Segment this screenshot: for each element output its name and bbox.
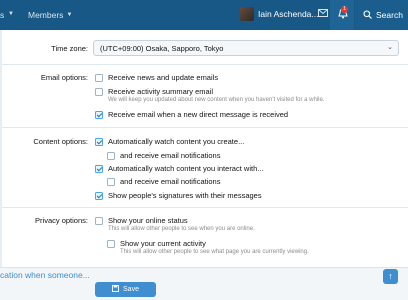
- checkbox-checked[interactable]: [95, 137, 103, 146]
- checkbox[interactable]: [107, 239, 115, 248]
- save-icon: [112, 285, 119, 294]
- user-menu[interactable]: Iain Aschenda...: [240, 7, 319, 21]
- option-text-block: Show your online status This will allow …: [108, 216, 255, 233]
- option-label: and receive email notifications: [120, 151, 221, 160]
- option-label: Automatically watch content you interact…: [108, 164, 264, 173]
- alert-count-badge: 1: [341, 6, 348, 13]
- search-button[interactable]: Search: [355, 0, 408, 30]
- save-label: Save: [123, 286, 139, 293]
- timezone-select[interactable]: (UTC+09:00) Osaka, Sapporo, Tokyo ⌄: [93, 40, 399, 56]
- option-label: Receive news and update emails: [108, 73, 219, 82]
- notification-text[interactable]: cation when someone...: [0, 270, 90, 280]
- option-show-signatures[interactable]: Show people's signatures with their mess…: [95, 191, 262, 200]
- nav-item-previous[interactable]: s: [0, 10, 4, 20]
- username: Iain Aschenda...: [258, 9, 319, 19]
- divider: [2, 207, 408, 208]
- option-hint: This will allow other people to see when…: [108, 226, 255, 232]
- option-watch-created-email[interactable]: and receive email notifications: [107, 151, 220, 160]
- nav-item-members[interactable]: Members ▼: [28, 10, 72, 20]
- checkbox-checked[interactable]: [95, 164, 103, 173]
- email-options-label: Email options:: [40, 73, 88, 82]
- chevron-down-icon: ▼: [66, 12, 73, 18]
- checkbox[interactable]: [95, 87, 103, 96]
- divider: [2, 127, 408, 128]
- option-watch-created[interactable]: Automatically watch content you create..…: [95, 137, 244, 146]
- checkbox-checked[interactable]: [95, 191, 103, 200]
- option-label: Receive activity summary email: [108, 87, 214, 96]
- option-label: and receive email notifications: [120, 177, 221, 186]
- option-label: Receive email when a new direct message …: [108, 110, 289, 119]
- checkbox[interactable]: [107, 177, 115, 186]
- option-news-emails[interactable]: Receive news and update emails: [95, 73, 218, 82]
- option-label: Show people's signatures with their mess…: [108, 191, 262, 200]
- divider: [2, 64, 408, 65]
- option-hint: This will allow other people to see what…: [120, 249, 309, 255]
- search-label: Search: [376, 10, 403, 20]
- arrow-up-icon: ↑: [388, 271, 393, 281]
- option-label: Automatically watch content you create..…: [108, 137, 245, 146]
- sidebar-edge: [0, 30, 2, 300]
- option-current-activity[interactable]: Show your current activity This will all…: [107, 239, 309, 256]
- chevron-down-icon[interactable]: ▼: [8, 11, 14, 17]
- option-text-block: Show your current activity This will all…: [120, 239, 309, 256]
- privacy-options-label: Privacy options:: [35, 216, 88, 225]
- option-hint: We will keep you updated about new conte…: [108, 97, 325, 103]
- envelope-icon[interactable]: [318, 9, 328, 19]
- option-activity-summary[interactable]: Receive activity summary email We will k…: [95, 87, 325, 104]
- checkbox-checked[interactable]: [95, 110, 103, 119]
- option-watch-interacted[interactable]: Automatically watch content you interact…: [95, 164, 264, 173]
- nav-item-members-label: Members: [28, 10, 64, 20]
- scroll-top-button[interactable]: ↑: [383, 269, 398, 284]
- checkbox[interactable]: [107, 151, 115, 160]
- checkbox[interactable]: [95, 216, 103, 225]
- option-direct-message-email[interactable]: Receive email when a new direct message …: [95, 110, 288, 119]
- option-online-status[interactable]: Show your online status This will allow …: [95, 216, 255, 233]
- search-icon: [363, 9, 372, 21]
- content-options-label: Content options:: [33, 137, 88, 146]
- timezone-label: Time zone:: [51, 44, 88, 53]
- save-button[interactable]: Save: [95, 282, 156, 297]
- checkbox[interactable]: [95, 73, 103, 82]
- avatar: [240, 7, 254, 21]
- timezone-value: (UTC+09:00) Osaka, Sapporo, Tokyo: [100, 44, 224, 53]
- option-label: Show your online status: [108, 216, 188, 225]
- option-label: Show your current activity: [120, 239, 206, 248]
- option-watch-interacted-email[interactable]: and receive email notifications: [107, 177, 220, 186]
- option-text-block: Receive activity summary email We will k…: [108, 87, 325, 104]
- chevron-down-icon: ⌄: [387, 44, 393, 51]
